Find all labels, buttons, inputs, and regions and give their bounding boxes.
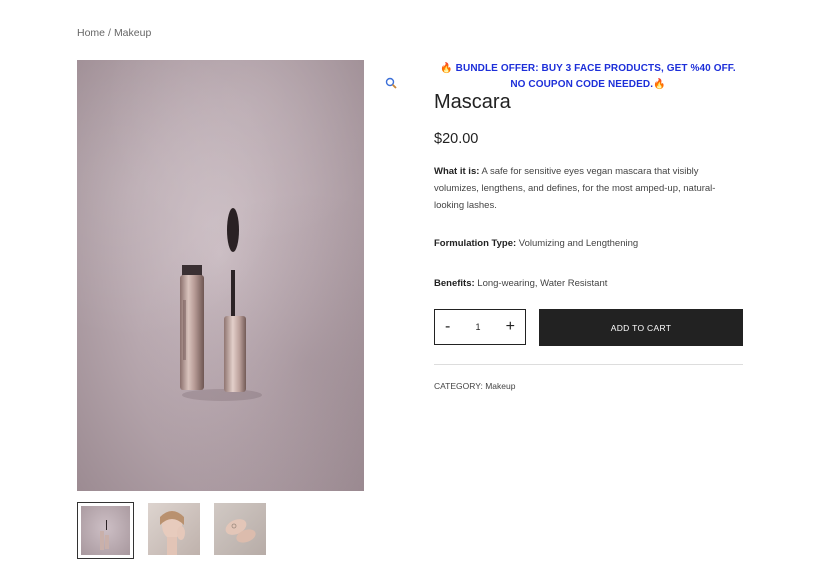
quantity-increase-button[interactable]: + — [506, 319, 515, 335]
formulation-type: Formulation Type: Volumizing and Lengthe… — [434, 235, 734, 252]
product-price: $20.00 — [434, 131, 479, 147]
benefits: Benefits: Long-wearing, Water Resistant — [434, 275, 734, 292]
fire-icon: 🔥 — [653, 79, 666, 90]
thumbnail-mascara[interactable] — [77, 502, 134, 559]
what-it-is-label: What it is: — [434, 166, 480, 177]
breadcrumb: Home / Makeup — [77, 27, 151, 39]
zoom-icon[interactable] — [385, 76, 397, 89]
fire-icon: 🔥 — [440, 63, 453, 74]
quantity-stepper: - + — [434, 309, 526, 345]
breadcrumb-separator: / — [108, 27, 111, 39]
benefits-label: Benefits: — [434, 278, 475, 289]
thumbnail-woman-face[interactable] — [148, 503, 200, 555]
formulation-label: Formulation Type: — [434, 238, 517, 249]
thumbnail-hands[interactable] — [214, 503, 266, 555]
main-product-image[interactable] — [77, 60, 364, 491]
category-link[interactable]: Makeup — [485, 381, 515, 391]
formulation-text: Volumizing and Lengthening — [516, 238, 639, 249]
breadcrumb-home-link[interactable]: Home — [77, 27, 105, 39]
add-to-cart-button[interactable]: ADD TO CART — [539, 309, 743, 346]
category-label: CATEGORY: — [434, 381, 483, 391]
product-title: Mascara — [434, 91, 511, 113]
benefits-text: Long-wearing, Water Resistant — [474, 278, 608, 289]
breadcrumb-current: Makeup — [113, 27, 152, 39]
bundle-offer-banner: 🔥 BUNDLE OFFER: BUY 3 FACE PRODUCTS, GET… — [434, 61, 742, 93]
quantity-decrease-button[interactable]: - — [445, 319, 450, 335]
quantity-input[interactable] — [465, 321, 490, 333]
divider — [434, 364, 743, 365]
offer-text: BUNDLE OFFER: BUY 3 FACE PRODUCTS, GET %… — [455, 63, 736, 90]
thumbnail-gallery — [77, 502, 266, 559]
product-description: What it is: A safe for sensitive eyes ve… — [434, 163, 734, 214]
product-category: CATEGORY: Makeup — [434, 381, 515, 391]
